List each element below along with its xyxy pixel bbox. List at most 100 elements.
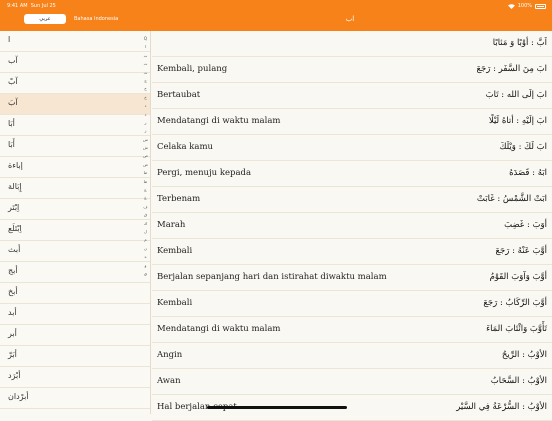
entry-row[interactable]: Kembali أوَّبَ عَنْهُ : رَجَعَ: [152, 239, 552, 265]
entry-meaning: Angin: [157, 350, 183, 360]
status-time: 9:41 AM Sun Jul 25: [7, 2, 56, 10]
sidebar-word-item[interactable]: أبْرَد: [0, 367, 150, 388]
index-letter[interactable]: ذ: [141, 111, 150, 119]
index-letter[interactable]: ج: [141, 77, 150, 85]
index-letter[interactable]: غ: [141, 194, 150, 202]
time-label: 9:41 AM: [7, 3, 28, 9]
sidebar-word-label: اِبْتَر: [8, 203, 20, 212]
sidebar-word-item[interactable]: اِبْتَر: [0, 199, 150, 220]
segment-indonesian[interactable]: Bahasa Indonesia: [66, 14, 148, 24]
index-letter[interactable]: ت: [141, 60, 150, 68]
sidebar-word-item[interactable]: أبخ: [0, 283, 150, 304]
index-letter[interactable]: ف: [141, 203, 150, 211]
sidebar-word-label: أبج: [8, 266, 18, 275]
entry-row[interactable]: Angin الأوْبُ : الرِّيحُ: [152, 343, 552, 369]
index-letter[interactable]: ل: [141, 228, 150, 236]
index-letter[interactable]: Q: [141, 35, 150, 43]
entry-arabic: الأوْبُ : السُّرْعَةُ فِي السَّيْر: [456, 402, 547, 412]
sidebar-word-item[interactable]: أبَا: [0, 115, 150, 136]
entry-meaning: Terbenam: [157, 194, 201, 204]
sidebar-word-label: أبر: [8, 329, 17, 338]
entry-row[interactable]: Berjalan sepanjang hari dan istirahat di…: [152, 265, 552, 291]
sidebar-word-label: أبد: [8, 308, 17, 317]
date-label: Sun Jul 25: [30, 3, 56, 9]
sidebar-word-item[interactable]: آبْ: [0, 73, 150, 94]
sidebar-word-item[interactable]: أبج: [0, 262, 150, 283]
index-letter[interactable]: ر: [141, 119, 150, 127]
index-letter[interactable]: ي: [141, 270, 150, 278]
index-letter[interactable]: ز: [141, 127, 150, 135]
entry-row[interactable]: Pergi, menuju kepada ابَهُ : قَصَدَهُ: [152, 161, 552, 187]
sidebar-word-label: أبْرَد: [8, 371, 21, 380]
segment-arabic[interactable]: عربي: [24, 14, 66, 24]
sidebar-word-item[interactable]: ا: [0, 31, 150, 52]
entry-row[interactable]: Kembali, pulang ابَ مِنَ السَّفَر : رَجَع…: [152, 57, 552, 83]
entry-meaning: Kembali: [157, 298, 193, 308]
wifi-icon: [507, 3, 515, 9]
index-letter[interactable]: ض: [141, 161, 150, 169]
sidebar-word-item[interactable]: اِبْتَلَع: [0, 220, 150, 241]
index-letter[interactable]: ث: [141, 69, 150, 77]
index-letter[interactable]: ك: [141, 220, 150, 228]
entry-meaning: Mendatangi di waktu malam: [157, 116, 281, 126]
entry-arabic: أوَّبَ الرِّكَابُ : رَجَعَ: [483, 298, 547, 308]
index-letter[interactable]: س: [141, 136, 150, 144]
index-letter[interactable]: ق: [141, 211, 150, 219]
sidebar-word-item[interactable]: أبَرّ: [0, 346, 150, 367]
entry-arabic: ابَ مِنَ السَّفَر : رَجَعَ: [476, 64, 547, 74]
index-letter[interactable]: م: [141, 236, 150, 244]
entry-row[interactable]: Mendatangi di waktu malam تَأَوَّبَ وَائْ…: [152, 317, 552, 343]
index-letter[interactable]: د: [141, 102, 150, 110]
index-letter[interactable]: ن: [141, 245, 150, 253]
entry-meaning: Mendatangi di waktu malam: [157, 324, 281, 334]
entry-arabic: ابَ إلَيْهِ : أتاهُ لَيْلًا: [488, 116, 547, 126]
sidebar-word-item[interactable]: إباءة: [0, 157, 150, 178]
sidebar-word-label: اِبْتَلَع: [8, 224, 22, 233]
index-letter[interactable]: ح: [141, 85, 150, 93]
entry-row[interactable]: Marah أوَبَ : غَضِبَ: [152, 213, 552, 239]
index-letter[interactable]: ه: [141, 253, 150, 261]
index-letter[interactable]: ش: [141, 144, 150, 152]
sidebar-word-item[interactable]: آب: [0, 52, 150, 73]
entry-meaning: Awan: [157, 376, 181, 386]
sidebar-word-item[interactable]: آبَ: [0, 94, 150, 115]
index-letter[interactable]: ا: [141, 43, 150, 51]
sidebar-word-item[interactable]: إِبَالة: [0, 178, 150, 199]
word-list-sidebar: ا آب آبْ آبَ أبَا أَبَا إباءة إِبَالة اِبْتَر اِب…: [0, 31, 151, 414]
sidebar-word-item[interactable]: أبد: [0, 304, 150, 325]
sidebar-word-label: أبث: [8, 245, 21, 254]
entry-meaning: Kembali, pulang: [157, 64, 228, 74]
sidebar-word-item[interactable]: أَبَا: [0, 136, 150, 157]
entry-meaning: Bertaubat: [157, 90, 201, 100]
entry-row[interactable]: Kembali أوَّبَ الرِّكَابُ : رَجَعَ: [152, 291, 552, 317]
sidebar-word-label: أَبَا: [8, 140, 15, 149]
sidebar-word-label: إباءة: [8, 161, 23, 170]
sidebar-word-label: ا: [8, 35, 11, 44]
nav-title: اب: [345, 15, 355, 23]
index-letter[interactable]: ب: [141, 52, 150, 60]
entry-arabic: ابَهُ : قَصَدَهُ: [509, 168, 547, 178]
sidebar-word-label: أبَرّ: [8, 350, 17, 359]
sidebar-word-label: أبرْدان: [8, 392, 29, 401]
index-letter[interactable]: ظ: [141, 178, 150, 186]
entry-row[interactable]: Terbenam ابَتْ الشَّمْسُ : غَابَتْ: [152, 187, 552, 213]
battery-percent: 100%: [517, 3, 532, 9]
entry-row[interactable]: Awan الأوْبُ : السَّحَابُ: [152, 369, 552, 395]
language-segmented-control: عربي Bahasa Indonesia: [24, 14, 148, 24]
index-letter[interactable]: ع: [141, 186, 150, 194]
index-letter[interactable]: خ: [141, 94, 150, 102]
entry-row[interactable]: Mendatangi di waktu malam ابَ إلَيْهِ : أ…: [152, 109, 552, 135]
entry-arabic: الأوْبُ : الرِّيحُ: [501, 350, 547, 360]
sidebar-word-item[interactable]: أبر: [0, 325, 150, 346]
index-letter[interactable]: و: [141, 262, 150, 270]
alphabet-index[interactable]: Qابتثجحخدذرزسشصضطظعغفقكلمنهوي: [141, 35, 150, 278]
entry-row[interactable]: Celaka kamu ابَ لَكَ : وَيْلَكَ: [152, 135, 552, 161]
entry-meaning: Celaka kamu: [157, 142, 213, 152]
index-letter[interactable]: ط: [141, 169, 150, 177]
sidebar-word-item[interactable]: أبرْدان: [0, 388, 150, 409]
entry-row[interactable]: Bertaubat ابَ إلَى الله : تَابَ: [152, 83, 552, 109]
home-indicator: [207, 406, 347, 409]
sidebar-word-item[interactable]: أبث: [0, 241, 150, 262]
entry-row[interactable]: اَبَّ : أوْبًا وَ مَئابًا: [152, 31, 552, 57]
index-letter[interactable]: ص: [141, 152, 150, 160]
